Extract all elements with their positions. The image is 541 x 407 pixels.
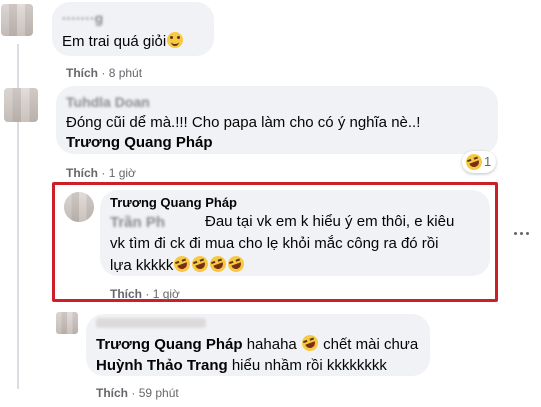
comment-actions: Thích · 1 giờ (110, 287, 180, 301)
mention-link[interactable]: Trương Quang Pháp (66, 133, 213, 153)
comment-author[interactable]: Tuhdla Doan (66, 94, 150, 110)
like-button[interactable]: Thích (96, 386, 128, 400)
avatar[interactable] (1, 4, 33, 36)
comment-text-line-2: vk tìm đi ck đi mua cho lẹ khỏi mắc công… (110, 235, 439, 252)
timestamp[interactable]: 1 giờ (109, 166, 136, 180)
comment-author[interactable]: Trương Quang Pháp (110, 193, 237, 213)
comment-actions: Thích · 59 phút (96, 386, 179, 400)
rofl-emoji-icon (463, 151, 485, 173)
comment-actions: Thích · 8 phút (66, 66, 143, 80)
timestamp[interactable]: 1 giờ (153, 287, 180, 301)
comment-text-line-1: Trương Quang Pháp hahaha chết mài chưa (96, 332, 418, 355)
comment-text-line-3: lựa kkkkk (110, 253, 247, 276)
timestamp[interactable]: 8 phút (109, 66, 142, 80)
comment-text-line-1: Đau tại vk em k hiểu ý em thôi, e kiêu (205, 213, 455, 230)
like-button[interactable]: Thích (66, 66, 98, 80)
rofl-emoji-icon (226, 253, 247, 275)
comment-actions: Thích · 1 giờ (66, 166, 136, 180)
comment-text: Đóng cũi dể mà.!!! Cho papa làm cho có ý… (66, 114, 421, 131)
rofl-emoji-icon (208, 253, 229, 275)
blurred-mention[interactable]: Trần Ph (110, 214, 165, 231)
comment-text-line-2: Huỳnh Thảo Trang hiểu nhầm rồi kkkkkkkk (96, 357, 387, 374)
avatar[interactable] (56, 312, 78, 334)
mention-link[interactable]: Trương Quang Pháp (96, 336, 243, 353)
rofl-emoji-icon (299, 332, 321, 354)
timestamp[interactable]: 59 phút (139, 386, 179, 400)
rofl-emoji-icon (190, 253, 211, 275)
comment-author[interactable]: ·······g (62, 10, 103, 26)
comment-text: Em trai quá giỏi (62, 32, 184, 52)
mention-link[interactable]: Huỳnh Thảo Trang (96, 357, 228, 374)
comment-author-placeholder (96, 318, 206, 328)
rofl-emoji-icon (172, 253, 193, 275)
avatar[interactable] (4, 88, 38, 122)
like-button[interactable]: Thích (66, 166, 98, 180)
avatar[interactable] (64, 192, 94, 222)
reaction-badge[interactable]: 1 (462, 151, 496, 173)
like-button[interactable]: Thích (110, 287, 142, 301)
more-options-icon[interactable] (512, 226, 532, 242)
smile-emoji-icon (167, 32, 184, 48)
